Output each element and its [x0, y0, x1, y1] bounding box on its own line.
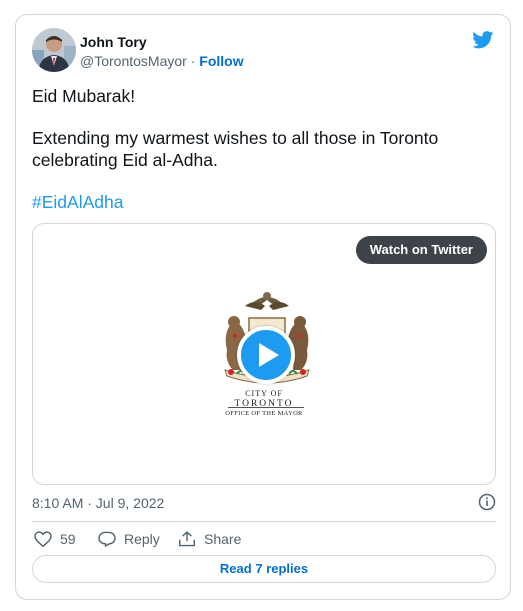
share-label: Share: [204, 531, 242, 547]
reply-button[interactable]: Reply: [98, 527, 160, 551]
author-handle-row: @TorontosMayor · Follow: [80, 53, 244, 69]
read-replies-button[interactable]: Read 7 replies: [32, 555, 496, 583]
reply-icon: [98, 531, 116, 547]
info-icon[interactable]: [478, 493, 496, 511]
tweet-actions: 59 Reply Share: [32, 527, 496, 551]
share-icon: [179, 531, 195, 547]
share-button[interactable]: Share: [178, 527, 241, 551]
reply-label: Reply: [124, 531, 160, 547]
divider: [32, 521, 496, 522]
tweet-card: John Tory @TorontosMayor · Follow Eid Mu…: [15, 14, 511, 600]
crest-divider: [228, 407, 304, 408]
hashtag-link[interactable]: #EidAlAdha: [32, 192, 123, 212]
video-media[interactable]: Watch on Twitter CITY OF TORONTO OFFICE …: [32, 223, 496, 485]
play-button[interactable]: [237, 326, 295, 384]
tweet-text: Eid Mubarak! Extending my warmest wishes…: [32, 85, 492, 213]
avatar[interactable]: [32, 28, 76, 72]
timestamp-link[interactable]: 8:10 AM · Jul 9, 2022: [32, 495, 164, 511]
timestamp-row: 8:10 AM · Jul 9, 2022: [32, 493, 496, 513]
separator: ·: [190, 53, 196, 69]
twitter-bird-icon[interactable]: [472, 31, 494, 49]
crest-office: OFFICE OF THE MAYOR: [225, 410, 303, 417]
tweet-line-greeting: Eid Mubarak!: [32, 86, 136, 106]
like-button[interactable]: 59: [34, 527, 76, 551]
tweet-line-message: Extending my warmest wishes to all those…: [32, 128, 439, 170]
play-icon: [259, 343, 279, 367]
like-count: 59: [60, 531, 76, 547]
tweet-header: John Tory @TorontosMayor · Follow: [16, 15, 510, 75]
crest-city-of: CITY OF: [245, 389, 283, 398]
watch-on-twitter-button[interactable]: Watch on Twitter: [355, 236, 487, 264]
author-handle[interactable]: @TorontosMayor: [80, 53, 187, 69]
author-name[interactable]: John Tory: [80, 34, 147, 50]
heart-icon: [34, 531, 52, 547]
follow-button[interactable]: Follow: [199, 53, 243, 69]
